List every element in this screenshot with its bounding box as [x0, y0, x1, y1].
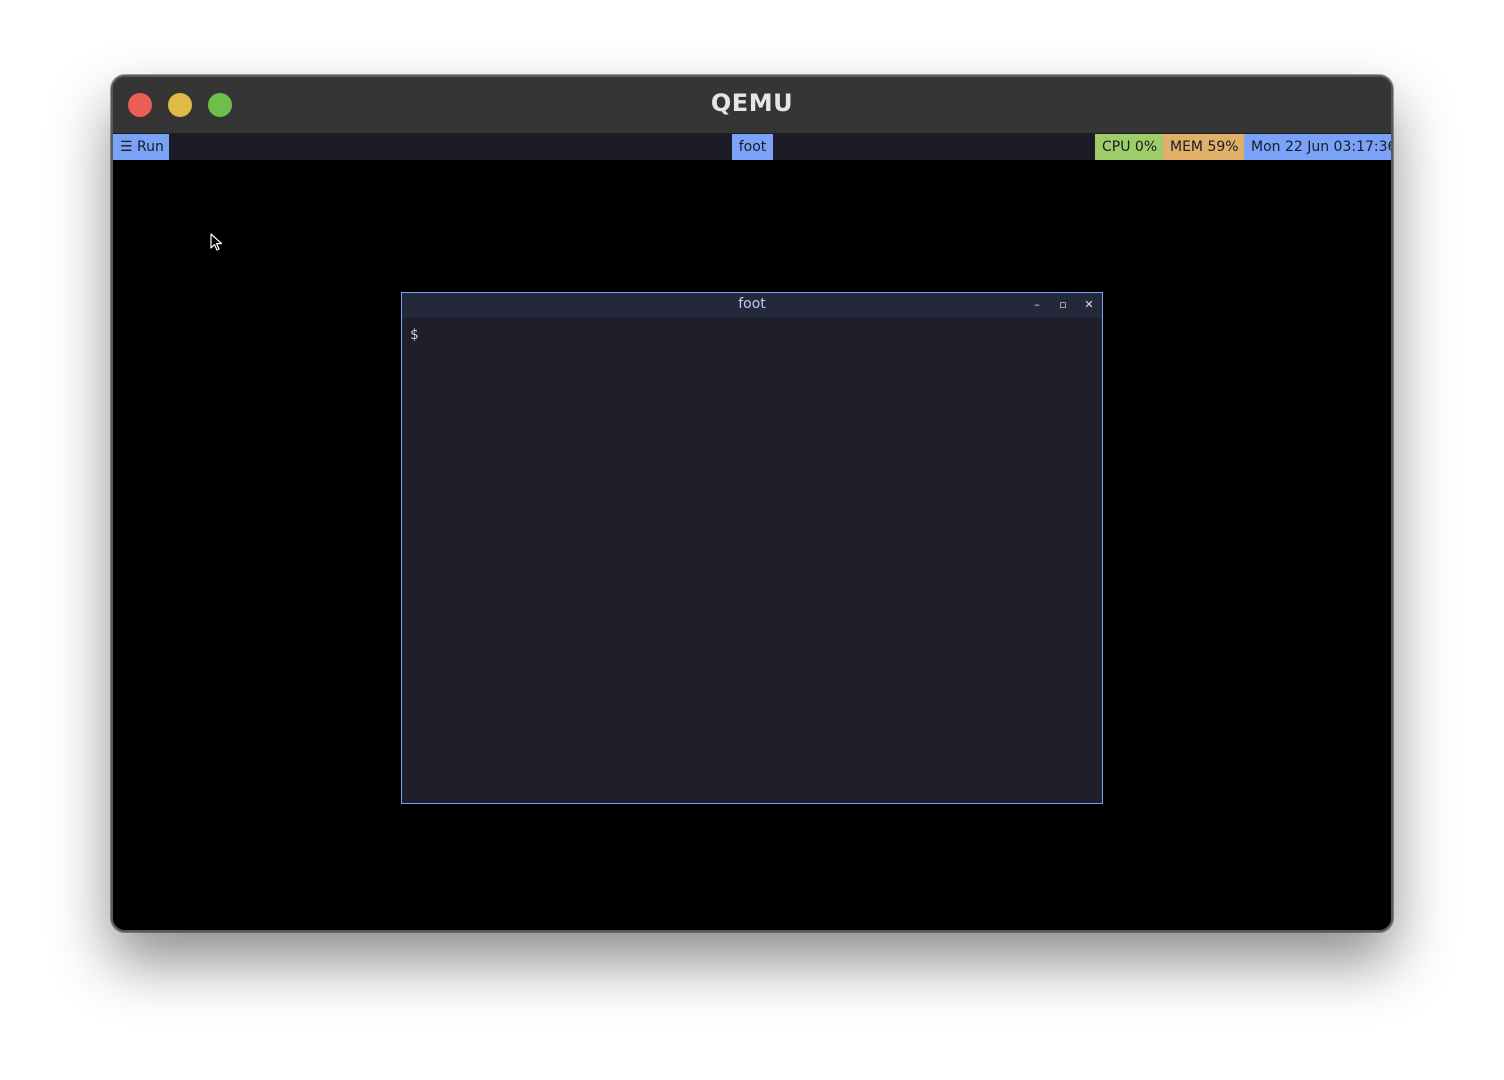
- foot-close-button[interactable]: ✕: [1082, 298, 1096, 312]
- close-icon: ✕: [1084, 298, 1094, 311]
- shell-prompt: $: [410, 327, 419, 343]
- qemu-titlebar[interactable]: QEMU: [113, 77, 1391, 134]
- foot-terminal-window[interactable]: foot – ▫ ✕ $: [401, 292, 1103, 804]
- foot-maximize-button[interactable]: ▫: [1056, 298, 1070, 312]
- terminal-area[interactable]: $: [402, 318, 1102, 803]
- arrow-pointer-icon: [210, 233, 223, 251]
- vm-screen[interactable]: ☰ Run foot CPU 0% MEM 59% Mon 22 Jun 03:…: [113, 134, 1391, 930]
- foot-titlebar[interactable]: foot – ▫ ✕: [402, 293, 1102, 318]
- window-title: QEMU: [710, 89, 794, 117]
- maximize-icon: ▫: [1059, 298, 1067, 311]
- cpu-indicator: CPU 0%: [1095, 134, 1163, 160]
- foot-window-title: foot: [738, 296, 766, 312]
- foot-minimize-button[interactable]: –: [1030, 298, 1044, 312]
- taskbar-item-foot[interactable]: foot: [732, 134, 773, 160]
- memory-indicator: MEM 59%: [1163, 134, 1244, 160]
- run-menu-button[interactable]: ☰ Run: [113, 134, 169, 160]
- desktop-top-bar: ☰ Run foot CPU 0% MEM 59% Mon 22 Jun 03:…: [113, 134, 1391, 160]
- clock: Mon 22 Jun 03:17:36: [1244, 134, 1391, 160]
- minimize-icon: –: [1034, 298, 1040, 311]
- qemu-window: QEMU ☰ Run foot CPU 0% MEM 59% Mon 22 Ju…: [111, 75, 1393, 932]
